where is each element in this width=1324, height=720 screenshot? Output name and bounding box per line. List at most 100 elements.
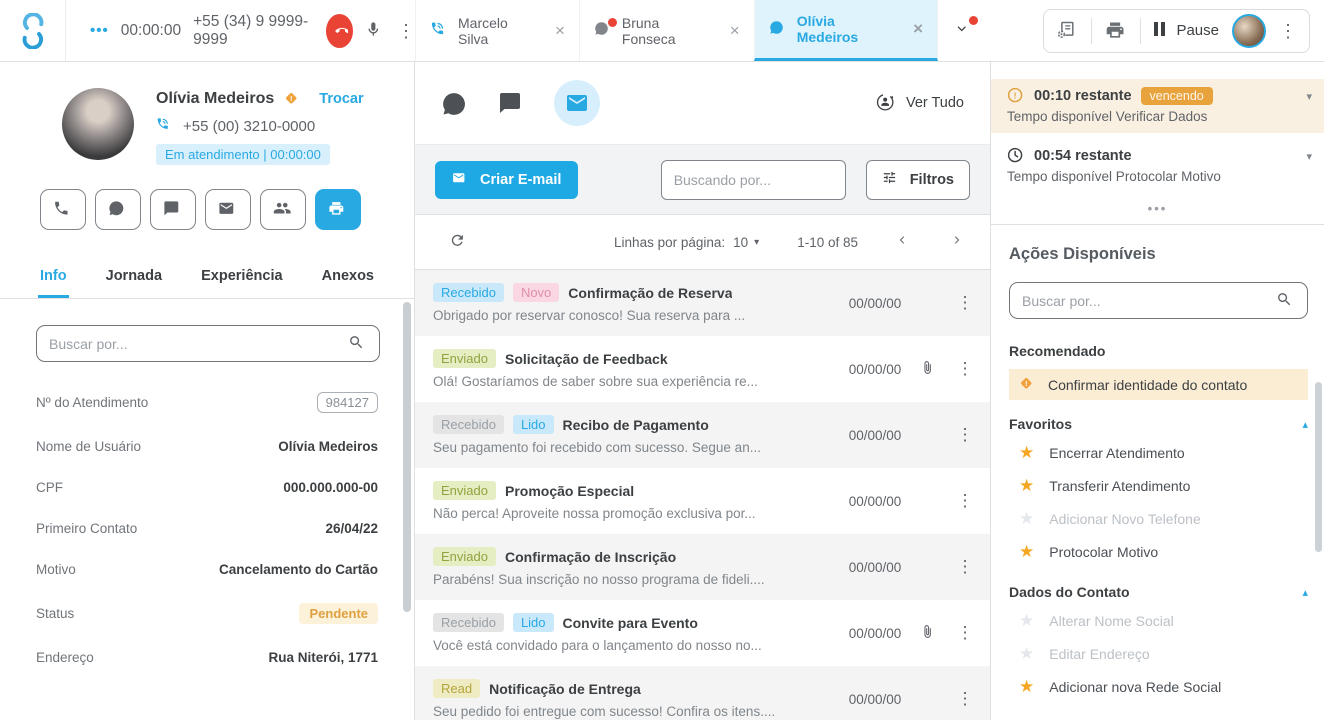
email-row[interactable]: Enviado Confirmação de Inscrição Parabén… [415,534,990,600]
tab-jornada[interactable]: Jornada [104,260,164,298]
recommended-action[interactable]: Confirmar identidade do contato [1009,369,1308,400]
star-icon[interactable]: ★ [1019,678,1034,695]
email-list: Recebido Novo Confirmação de Reserva Obr… [415,270,990,720]
hangup-button[interactable] [326,14,353,48]
pause-label: Pause [1176,22,1219,39]
next-page-button[interactable] [951,234,968,251]
email-menu-button[interactable]: ⋮ [950,425,980,445]
tab-overflow-button[interactable] [938,0,990,61]
email-row[interactable]: Recebido Novo Confirmação de Reserva Obr… [415,270,990,336]
contact-fields: Nº do Atendimento984127 Nome de UsuárioO… [0,362,414,665]
agent-menu-button[interactable]: ⋮ [1279,22,1297,40]
compose-email-button[interactable]: Criar E-mail [435,161,578,199]
action-protocolar-motivo[interactable]: ★ Protocolar Motivo [1009,535,1308,568]
actions-search-input[interactable] [1009,282,1308,319]
whatsapp-contact-button[interactable] [95,189,141,230]
email-badge: Enviado [433,481,496,500]
email-row[interactable]: Recebido Lido Recibo de Pagamento Seu pa… [415,402,990,468]
rows-per-page-value: 10 [733,235,748,250]
filters-button[interactable]: Filtros [866,160,970,200]
timer-remaining: 00:10 restante [1034,88,1132,104]
call-menu-button[interactable]: ⋮ [397,22,415,40]
action-label: Encerrar Atendimento [1049,445,1184,461]
tab-info[interactable]: Info [38,260,69,298]
inbox-search-input[interactable] [661,160,846,200]
alert-circle-icon [1007,87,1025,105]
channel-email-button-active[interactable] [554,80,600,126]
email-row[interactable]: Enviado Promoção Especial Não perca! Apr… [415,468,990,534]
rows-per-page-select[interactable]: 10 ▾ [733,235,759,250]
call-options-dots-icon[interactable]: ••• [90,22,109,39]
change-contact-link[interactable]: Trocar [319,91,363,107]
channel-whatsapp-button[interactable] [441,91,466,116]
caret-down-icon: ▾ [1306,91,1312,103]
email-date: 00/00/00 [842,494,908,509]
action-editar-endereco: ★ Editar Endereço [1009,637,1308,670]
star-icon[interactable]: ★ [1019,444,1034,461]
prev-page-button[interactable] [896,234,913,251]
inbox-panel: Ver Tudo Criar E-mail Filtros Linhas por… [415,62,990,720]
filters-label: Filtros [910,172,954,188]
left-panel-scrollbar[interactable] [403,302,411,612]
view-all-button[interactable]: Ver Tudo [876,93,964,114]
chat-icon [163,200,183,220]
pause-icon [1154,22,1168,39]
email-menu-button[interactable]: ⋮ [950,623,980,643]
phone-in-talk-icon [156,117,174,135]
email-badge: Recebido [433,415,504,434]
email-preview: Obrigado por reservar conosco! Sua reser… [433,308,834,323]
call-phone-number: +55 (34) 9 9999-9999 [193,13,312,49]
contact-tabs: Marcelo Silva × Bruna Fonseca × Olívia M… [415,0,990,61]
timer-expand-button[interactable]: ▾ [1306,90,1312,103]
mic-button[interactable] [365,21,385,41]
field-row: CPF000.000.000-00 [36,480,378,495]
email-contact-button[interactable] [205,189,251,230]
fax-channel-button-active[interactable] [315,189,361,230]
field-label: Status [36,606,74,621]
email-date: 00/00/00 [842,626,908,641]
contact-search-input[interactable] [36,325,380,362]
contacts-button[interactable] [260,189,306,230]
collapse-section-button[interactable]: ▴ [1302,586,1308,599]
timer-description: Tempo disponível Protocolar Motivo [1007,169,1312,184]
refresh-button[interactable] [449,232,469,252]
chat-contact-button[interactable] [150,189,196,230]
agent-avatar[interactable] [1232,14,1266,48]
phone-in-talk-icon [430,21,449,40]
timer-description: Tempo disponível Verificar Dados [1007,109,1312,124]
printer-button[interactable] [1105,20,1127,42]
email-menu-button[interactable]: ⋮ [950,491,980,511]
email-row[interactable]: Recebido Lido Convite para Evento Você e… [415,600,990,666]
action-adicionar-rede-social[interactable]: ★ Adicionar nova Rede Social [1009,670,1308,703]
star-icon[interactable]: ★ [1019,543,1034,560]
collapse-section-button[interactable]: ▴ [1302,418,1308,431]
tab-experiencia[interactable]: Experiência [199,260,284,298]
tab-anexos[interactable]: Anexos [320,260,376,298]
tab-olivia-medeiros[interactable]: Olívia Medeiros × [754,0,938,61]
agent-toolbox: Pause ⋮ [1043,9,1310,53]
email-menu-button[interactable]: ⋮ [950,359,980,379]
tab-marcelo-silva[interactable]: Marcelo Silva × [415,0,579,61]
tab-close-icon[interactable]: × [730,21,740,41]
field-label: Nome de Usuário [36,439,141,454]
email-menu-button[interactable]: ⋮ [950,557,980,577]
script-button[interactable] [1056,20,1078,42]
action-encerrar-atendimento[interactable]: ★ Encerrar Atendimento [1009,436,1308,469]
more-timers-button[interactable]: ••• [1148,201,1168,216]
tab-bruna-fonseca[interactable]: Bruna Fonseca × [579,0,754,61]
tab-close-icon[interactable]: × [913,19,923,39]
email-row[interactable]: Enviado Solicitação de Feedback Olá! Gos… [415,336,990,402]
star-icon[interactable]: ★ [1019,477,1034,494]
call-contact-button[interactable] [40,189,86,230]
kebab-icon: ⋮ [1279,22,1297,40]
email-row[interactable]: Read Notificação de Entrega Seu pedido f… [415,666,990,720]
timer-expand-button[interactable]: ▾ [1306,150,1312,163]
right-panel-scrollbar[interactable] [1315,382,1322,552]
channel-chat-button[interactable] [498,91,522,115]
pause-button[interactable]: Pause [1154,22,1219,39]
tab-close-icon[interactable]: × [555,21,565,41]
email-menu-button[interactable]: ⋮ [950,293,980,313]
action-transferir-atendimento[interactable]: ★ Transferir Atendimento [1009,469,1308,502]
action-label: Alterar Nome Social [1049,613,1174,629]
email-menu-button[interactable]: ⋮ [950,689,980,709]
